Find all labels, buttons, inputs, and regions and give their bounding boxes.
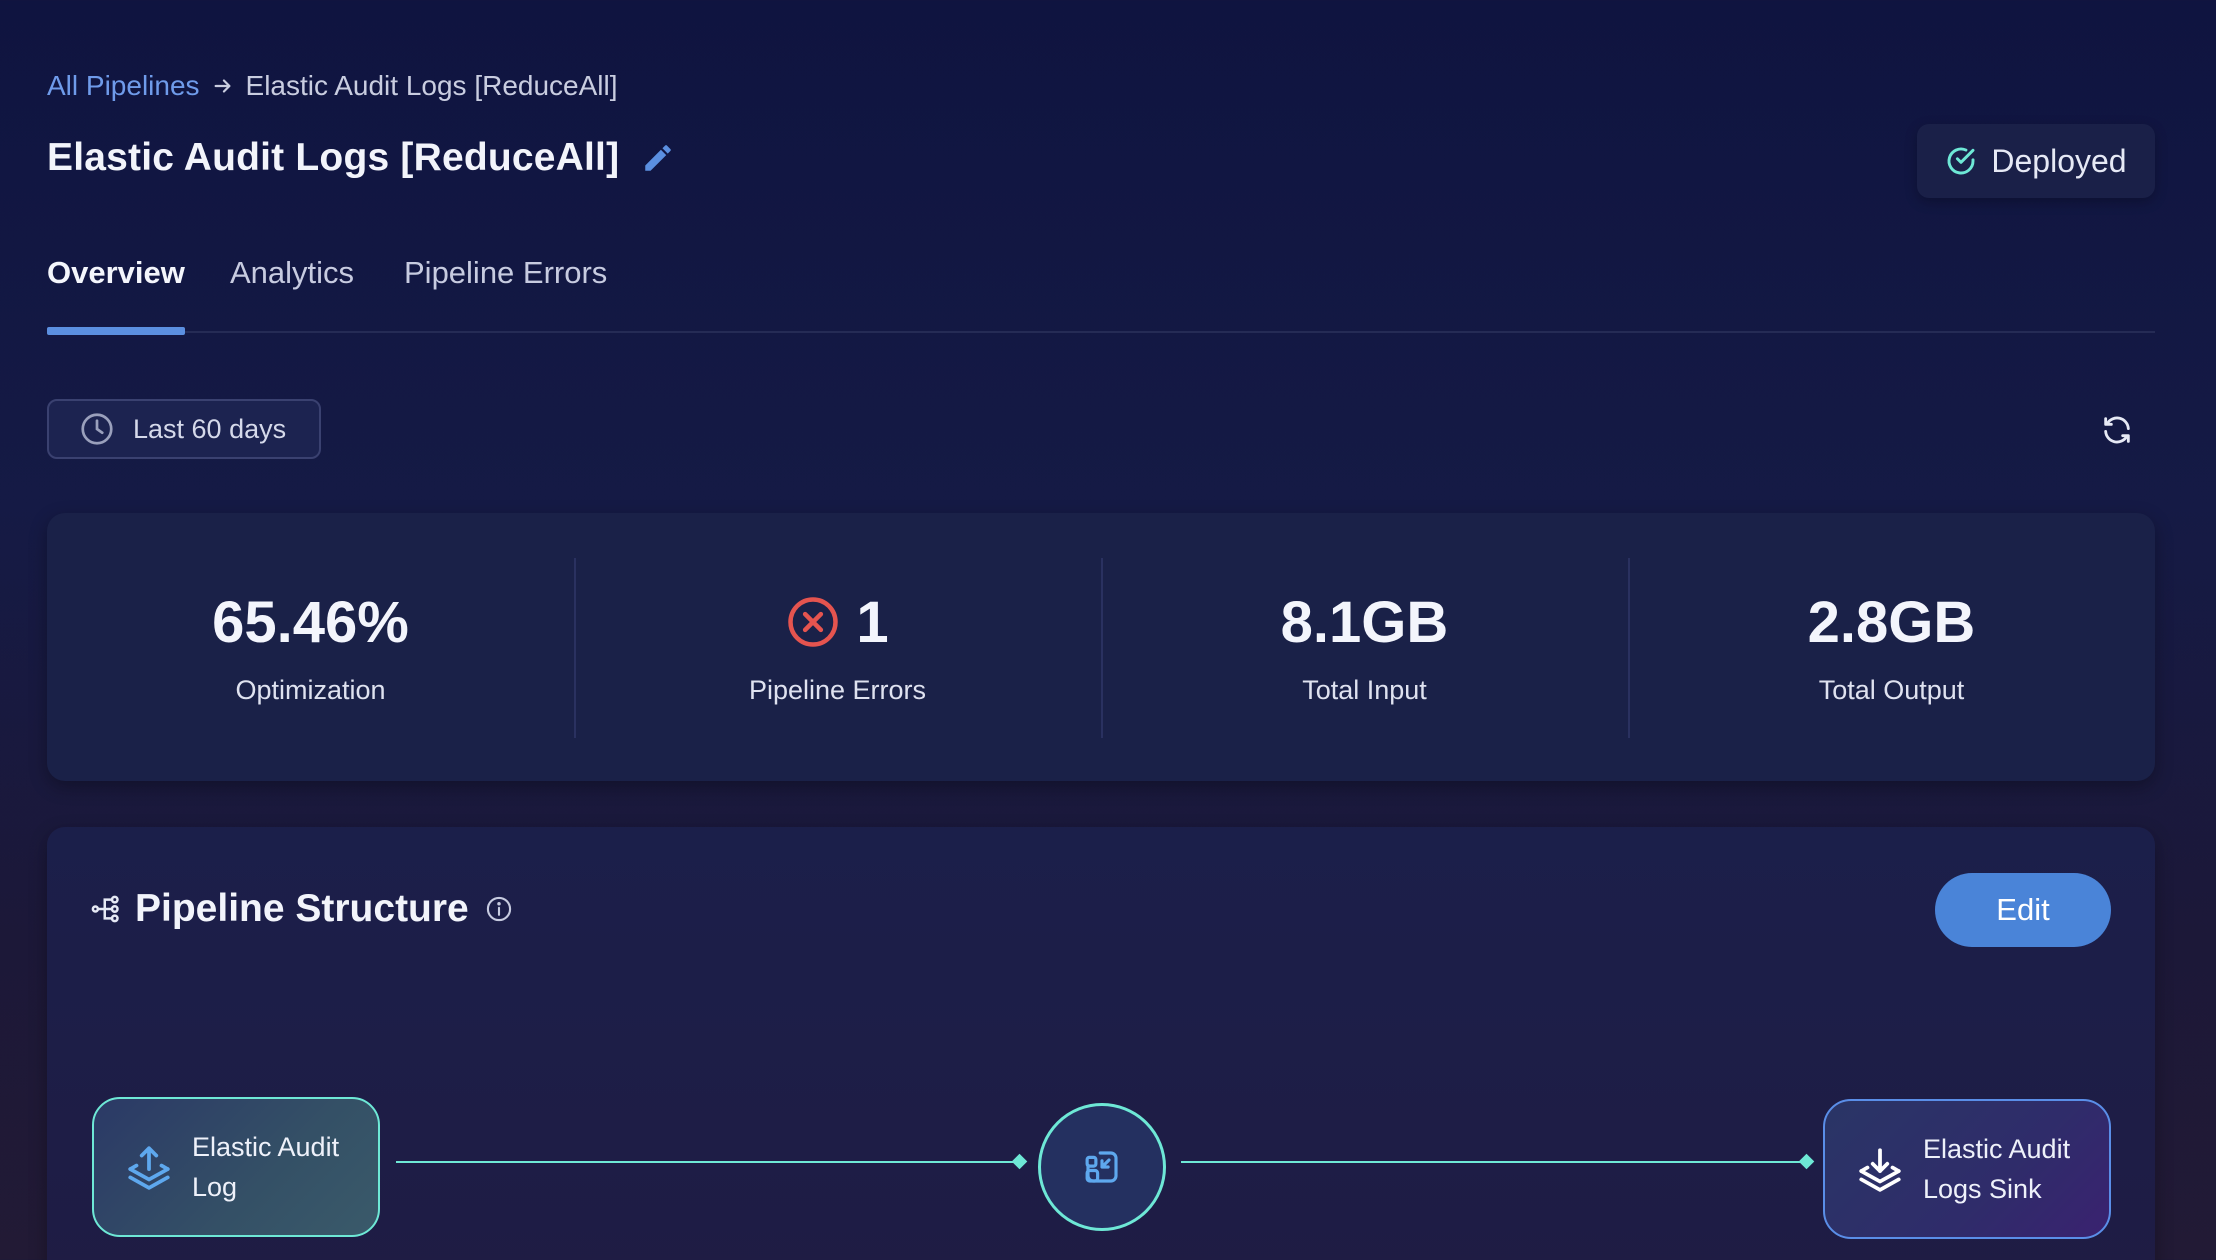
stat-optimization-label: Optimization [235,675,386,705]
stat-errors-value: 1 [856,589,889,655]
stat-optimization: 65.46% Optimization [47,513,574,781]
stat-pipeline-errors[interactable]: 1 Pipeline Errors [574,513,1101,781]
status-label: Deployed [1991,142,2127,179]
hierarchy-icon [91,894,121,924]
refresh-button[interactable] [2099,412,2135,448]
upload-layers-icon [124,1142,174,1192]
stat-errors-label: Pipeline Errors [748,675,927,705]
status-badge: Deployed [1917,124,2155,198]
stat-optimization-value: 65.46% [212,589,409,655]
tab-analytics[interactable]: Analytics [230,255,354,333]
download-layers-icon [1855,1144,1905,1194]
error-x-circle-icon [786,595,840,649]
tab-overview[interactable]: Overview [47,255,185,335]
connector-diamond [1798,1153,1815,1170]
pipeline-structure-title: Pipeline Structure [135,887,469,930]
connector-line [1181,1161,1807,1163]
stat-output-value: 2.8GB [1807,589,1976,655]
stat-total-input: 8.1GB Total Input [1101,513,1628,781]
page-header: Elastic Audit Logs [ReduceAll] [47,136,675,180]
check-circle-icon [1945,145,1977,177]
source-node-label-line1: Elastic Audit [192,1132,340,1162]
stats-card: 65.46% Optimization 1 Pipeline Errors 8.… [47,513,2155,781]
arrow-right-icon [212,75,234,97]
stat-input-value: 8.1GB [1280,589,1449,655]
reduce-icon [1081,1146,1123,1188]
pipeline-overview-page: All Pipelines Elastic Audit Logs [Reduce… [47,0,2155,1260]
edit-pipeline-button[interactable]: Edit [1935,873,2111,947]
tab-pipeline-errors[interactable]: Pipeline Errors [404,255,607,333]
breadcrumb: All Pipelines Elastic Audit Logs [Reduce… [47,70,618,102]
stat-total-output: 2.8GB Total Output [1628,513,2155,781]
connector-diamond [1011,1153,1028,1170]
sink-node-label-line1: Elastic Audit [1923,1134,2071,1164]
connector-line [396,1161,1020,1163]
stat-input-label: Total Input [1302,675,1427,705]
pipeline-structure-header: Pipeline Structure [91,887,513,931]
reduce-processor-node[interactable] [1038,1103,1166,1231]
stat-output-label: Total Output [1818,675,1965,705]
sink-node-label-line2: Logs Sink [1923,1174,2042,1204]
clock-icon [79,411,115,447]
breadcrumb-current: Elastic Audit Logs [ReduceAll] [245,70,618,101]
pipeline-structure-card: Pipeline Structure Edit Elastic Audit Lo… [47,827,2155,1260]
source-node-label-line2: Log [192,1172,238,1202]
pencil-icon[interactable] [641,141,675,175]
date-range-label: Last 60 days [133,413,287,444]
page-title: Elastic Audit Logs [ReduceAll] [47,136,620,179]
breadcrumb-all-pipelines-link[interactable]: All Pipelines [47,70,200,102]
info-icon[interactable] [485,895,513,923]
date-range-button[interactable]: Last 60 days [47,399,321,459]
sink-node[interactable]: Elastic Audit Logs Sink [1823,1099,2111,1239]
refresh-icon [2100,413,2134,447]
tab-bar: Overview Analytics Pipeline Errors [47,255,2155,335]
source-node[interactable]: Elastic Audit Log [92,1097,380,1237]
